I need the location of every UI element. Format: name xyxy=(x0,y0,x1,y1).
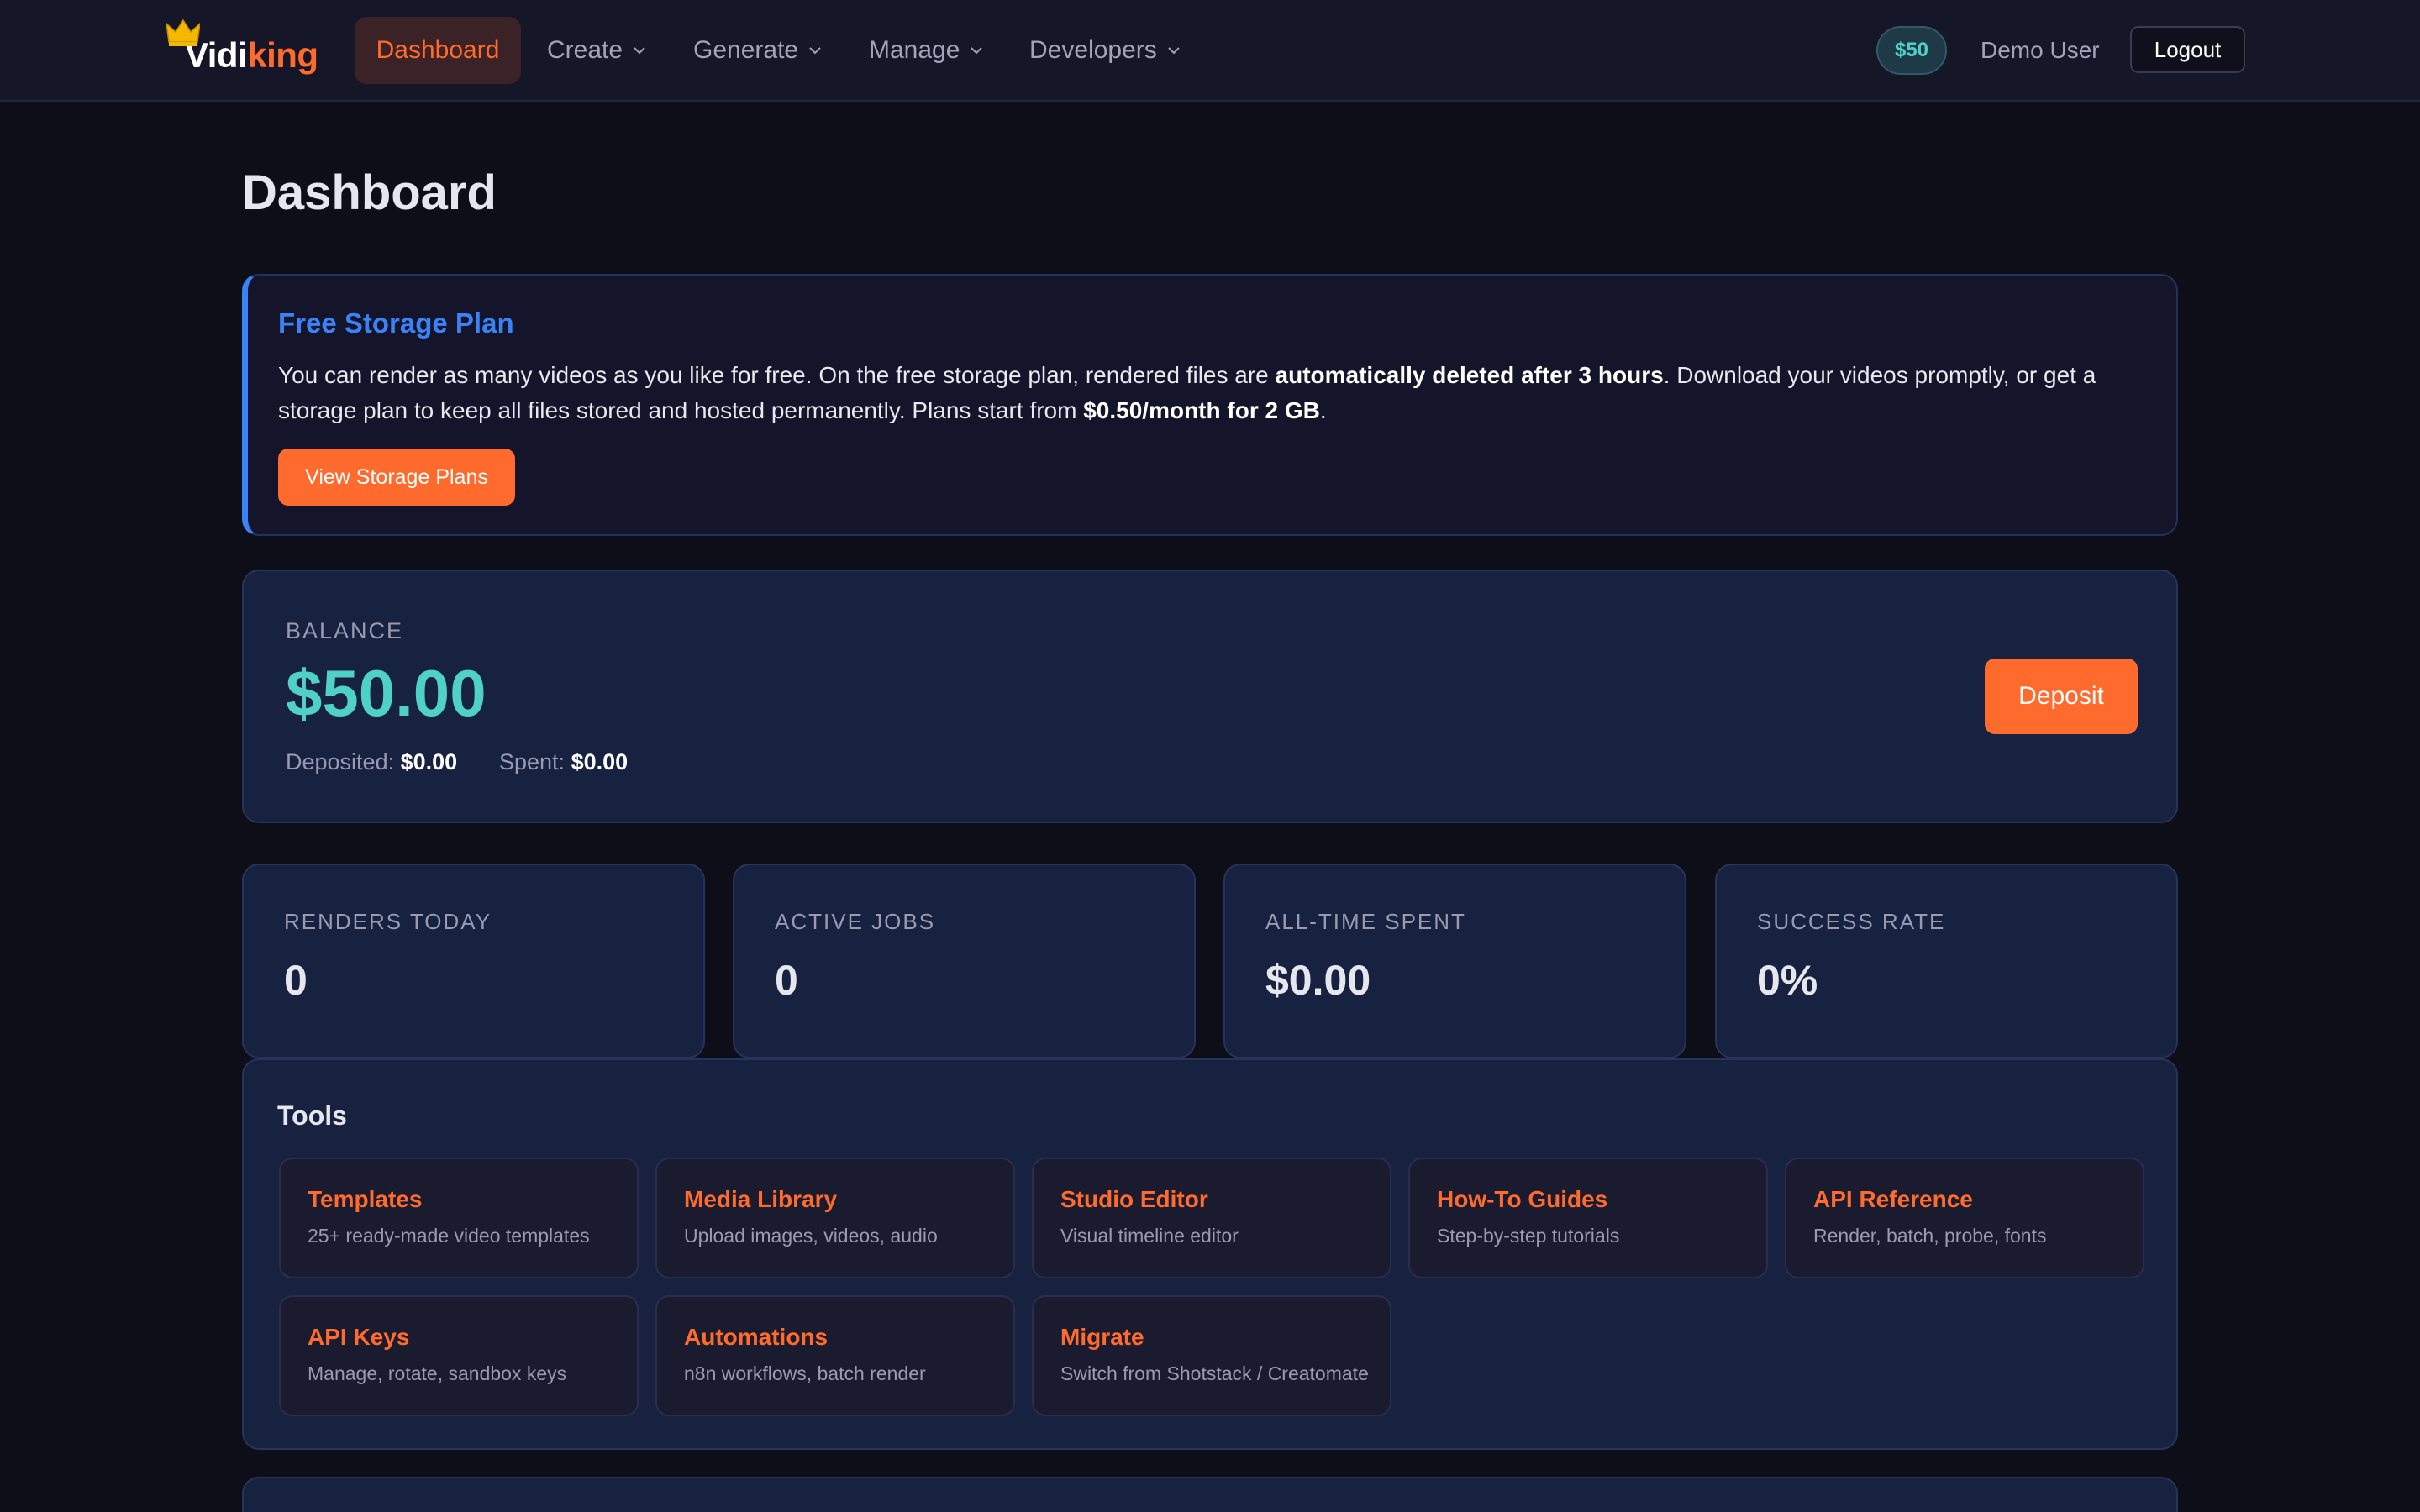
tool-api-keys[interactable]: API Keys Manage, rotate, sandbox keys xyxy=(279,1295,639,1416)
page-title: Dashboard xyxy=(242,165,497,220)
tool-studio-editor[interactable]: Studio Editor Visual timeline editor xyxy=(1032,1158,1392,1278)
tool-api-reference[interactable]: API Reference Render, batch, probe, font… xyxy=(1785,1158,2144,1278)
tool-name: Media Library xyxy=(684,1186,838,1212)
nav-dashboard[interactable]: Dashboard xyxy=(355,17,521,84)
tool-desc: n8n workflows, batch render xyxy=(684,1362,926,1384)
tool-automations[interactable]: Automations n8n workflows, batch render xyxy=(655,1295,1015,1416)
tool-desc: Visual timeline editor xyxy=(1060,1225,1239,1247)
tools-card: Tools Templates 25+ ready-made video tem… xyxy=(242,1058,2178,1450)
stat-value: 0 xyxy=(284,957,308,1004)
spent-summary: Spent: $0.00 xyxy=(499,749,628,775)
stat-card-success-rate: SUCCESS RATE 0% xyxy=(1715,864,2178,1058)
chevron-down-icon xyxy=(1168,47,1180,55)
stat-value: 0 xyxy=(775,957,798,1004)
tool-media-library[interactable]: Media Library Upload images, videos, aud… xyxy=(655,1158,1015,1278)
notice-text-emphasis: $0.50/month for 2 GB xyxy=(1083,397,1320,423)
stat-card-renders-today: RENDERS TODAY 0 xyxy=(242,864,705,1058)
notice-title: Free Storage Plan xyxy=(278,307,514,339)
stat-label: RENDERS TODAY xyxy=(284,909,492,934)
tool-name: API Reference xyxy=(1813,1186,1973,1212)
tool-migrate[interactable]: Migrate Switch from Shotstack / Creatoma… xyxy=(1032,1295,1392,1416)
tool-desc: Step-by-step tutorials xyxy=(1437,1225,1620,1247)
tool-desc: Render, batch, probe, fonts xyxy=(1813,1225,2047,1247)
notice-text: You can render as many videos as you lik… xyxy=(278,358,2160,428)
stat-label: ACTIVE JOBS xyxy=(775,909,936,934)
chevron-down-icon xyxy=(809,47,821,55)
nav-manage[interactable]: Manage xyxy=(869,17,983,84)
tool-desc: Upload images, videos, audio xyxy=(684,1225,938,1247)
crown-icon xyxy=(166,18,200,46)
storage-notice: Free Storage Plan You can render as many… xyxy=(242,274,2178,536)
user-name[interactable]: Demo User xyxy=(1981,32,2100,69)
nav-generate[interactable]: Generate xyxy=(693,17,822,84)
tool-name: How-To Guides xyxy=(1437,1186,1608,1212)
chevron-down-icon xyxy=(971,47,983,55)
balance-badge[interactable]: $50 xyxy=(1876,26,1947,75)
notice-text-emphasis: automatically deleted after 3 hours xyxy=(1275,362,1664,388)
spent-label: Spent: xyxy=(499,749,566,774)
stat-card-all-time-spent: ALL-TIME SPENT $0.00 xyxy=(1223,864,1686,1058)
tool-name: Migrate xyxy=(1060,1324,1144,1350)
tools-title: Tools xyxy=(277,1100,347,1131)
nav-developers-label: Developers xyxy=(1029,36,1157,64)
balance-amount: $50.00 xyxy=(286,656,487,730)
tool-name: API Keys xyxy=(308,1324,410,1350)
nav-create[interactable]: Create xyxy=(547,17,646,84)
notice-text-part: . xyxy=(1319,397,1327,423)
tool-desc: 25+ ready-made video templates xyxy=(308,1225,590,1247)
top-navbar: Vidi king Dashboard Create Generate Manag… xyxy=(0,0,2420,102)
tool-how-to-guides[interactable]: How-To Guides Step-by-step tutorials xyxy=(1408,1158,1768,1278)
nav-dashboard-label: Dashboard xyxy=(376,36,500,64)
view-storage-plans-button[interactable]: View Storage Plans xyxy=(278,449,515,506)
balance-card: BALANCE $50.00 Deposited: $0.00 Spent: $… xyxy=(242,570,2178,823)
tool-name: Studio Editor xyxy=(1060,1186,1208,1212)
tool-templates[interactable]: Templates 25+ ready-made video templates xyxy=(279,1158,639,1278)
brand-name-part2: king xyxy=(247,35,318,75)
logout-button[interactable]: Logout xyxy=(2130,26,2245,73)
tool-name: Automations xyxy=(684,1324,829,1350)
stat-value: $0.00 xyxy=(1265,957,1371,1004)
next-section-card xyxy=(242,1477,2178,1512)
balance-label: BALANCE xyxy=(286,618,404,643)
stat-card-active-jobs: ACTIVE JOBS 0 xyxy=(733,864,1196,1058)
notice-text-part: You can render as many videos as you lik… xyxy=(278,362,1276,388)
stat-label: SUCCESS RATE xyxy=(1757,909,1946,934)
spent-value: $0.00 xyxy=(571,749,629,774)
deposited-value: $0.00 xyxy=(400,749,458,774)
nav-create-label: Create xyxy=(547,36,623,64)
stat-value: 0% xyxy=(1757,957,1818,1004)
tool-desc: Manage, rotate, sandbox keys xyxy=(308,1362,567,1384)
brand-logo[interactable]: Vidi king xyxy=(166,18,334,77)
deposited-summary: Deposited: $0.00 xyxy=(286,749,457,775)
nav-developers[interactable]: Developers xyxy=(1029,17,1181,84)
nav-generate-label: Generate xyxy=(693,36,799,64)
chevron-down-icon xyxy=(634,47,645,55)
nav-manage-label: Manage xyxy=(869,36,960,64)
deposit-button[interactable]: Deposit xyxy=(1985,659,2138,734)
deposited-label: Deposited: xyxy=(286,749,395,774)
tool-desc: Switch from Shotstack / Creatomate xyxy=(1060,1362,1369,1384)
tool-name: Templates xyxy=(308,1186,423,1212)
stat-label: ALL-TIME SPENT xyxy=(1265,909,1466,934)
